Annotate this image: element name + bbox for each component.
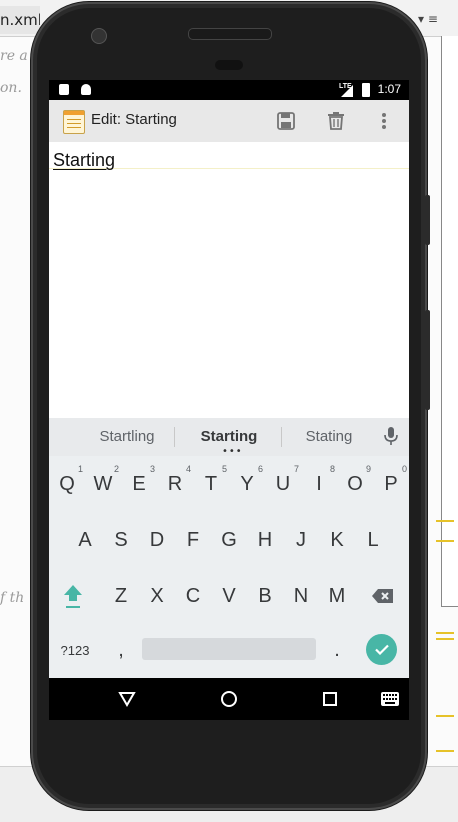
soft-keyboard: Q1 W2 E3 R4 T5 Y6 U7 I8 O9 P0 A S D F G … [49,456,409,678]
recents-button[interactable] [319,688,341,710]
key-p[interactable]: P0 [373,462,409,506]
shift-key[interactable] [55,574,91,618]
key-t[interactable]: T5 [193,462,229,506]
front-camera-icon [91,28,107,44]
shift-arrow-icon [64,585,82,608]
status-time: 1:07 [377,82,401,96]
suggestion-divider [281,427,282,447]
key-y[interactable]: Y6 [229,462,265,506]
keyboard-icon [381,692,399,706]
key-g[interactable]: G [211,518,247,562]
key-q[interactable]: Q1 [49,462,85,506]
sd-card-icon [59,84,69,95]
more-suggestions-icon[interactable]: ••• [222,447,243,457]
key-o[interactable]: O9 [337,462,373,506]
save-icon [277,112,295,130]
volume-button[interactable] [425,310,430,410]
ide-file-tab[interactable]: n.xml [0,6,40,34]
page-title: Edit: Starting [91,111,177,128]
overflow-menu-icon [382,113,386,129]
period-key[interactable]: . [319,628,355,672]
save-button[interactable] [274,109,298,133]
key-f[interactable]: F [175,518,211,562]
power-button[interactable] [425,195,430,245]
ide-marker [436,540,454,542]
status-bar: LTE 1:07 [49,80,409,100]
key-b[interactable]: B [247,574,283,618]
microphone-icon[interactable] [384,427,398,447]
note-editor[interactable]: Starting [49,142,409,418]
ide-dropdown[interactable]: ▾ ≡ [418,8,458,30]
key-k[interactable]: K [319,518,355,562]
home-button[interactable] [218,688,240,710]
network-type: LTE [339,83,352,90]
proximity-sensor [215,60,243,70]
key-v[interactable]: V [211,574,247,618]
ide-marker [436,520,454,522]
suggestion-left[interactable]: Startling [97,428,157,445]
ide-marker [436,632,454,634]
recents-square-icon [323,692,337,706]
key-z[interactable]: Z [103,574,139,618]
key-x[interactable]: X [139,574,175,618]
key-a[interactable]: A [67,518,103,562]
key-i[interactable]: I8 [301,462,337,506]
delete-icon [328,112,344,130]
key-m[interactable]: M [319,574,355,618]
app-bar: Edit: Starting [49,100,409,142]
symbols-key[interactable]: ?123 [53,628,97,672]
nav-bar [49,678,409,720]
android-icon [81,84,91,95]
key-e[interactable]: E3 [121,462,157,506]
suggestion-strip: Startling Starting Stating ••• [49,418,409,457]
ide-marker [436,715,454,717]
backspace-icon [372,589,393,603]
key-d[interactable]: D [139,518,175,562]
enter-key[interactable] [366,634,397,665]
key-s[interactable]: S [103,518,139,562]
delete-button[interactable] [324,109,348,133]
suggestion-right[interactable]: Stating [301,428,357,445]
overflow-menu-button[interactable] [372,109,396,133]
suggestion-center[interactable]: Starting [197,428,261,445]
back-button[interactable] [116,688,138,710]
notepad-app-icon [63,110,85,134]
key-w[interactable]: W2 [85,462,121,506]
note-text[interactable]: Starting [53,150,115,171]
key-n[interactable]: N [283,574,319,618]
keyboard-switch-button[interactable] [379,688,401,710]
home-circle-icon [221,691,237,707]
key-u[interactable]: U7 [265,462,301,506]
key-h[interactable]: H [247,518,283,562]
device-screen: LTE 1:07 Edit: Starting Starting Startli… [49,80,409,720]
battery-icon [362,83,370,97]
backspace-key[interactable] [365,574,401,618]
checkmark-icon [374,644,389,655]
key-c[interactable]: C [175,574,211,618]
suggestion-divider [174,427,175,447]
back-triangle-icon [118,692,136,707]
ide-marker [436,638,454,640]
space-key[interactable] [142,638,316,660]
comma-key[interactable]: , [103,628,139,672]
ide-marker [436,750,454,752]
key-r[interactable]: R4 [157,462,193,506]
earpiece-speaker [188,28,272,40]
key-j[interactable]: J [283,518,319,562]
key-l[interactable]: L [355,518,391,562]
